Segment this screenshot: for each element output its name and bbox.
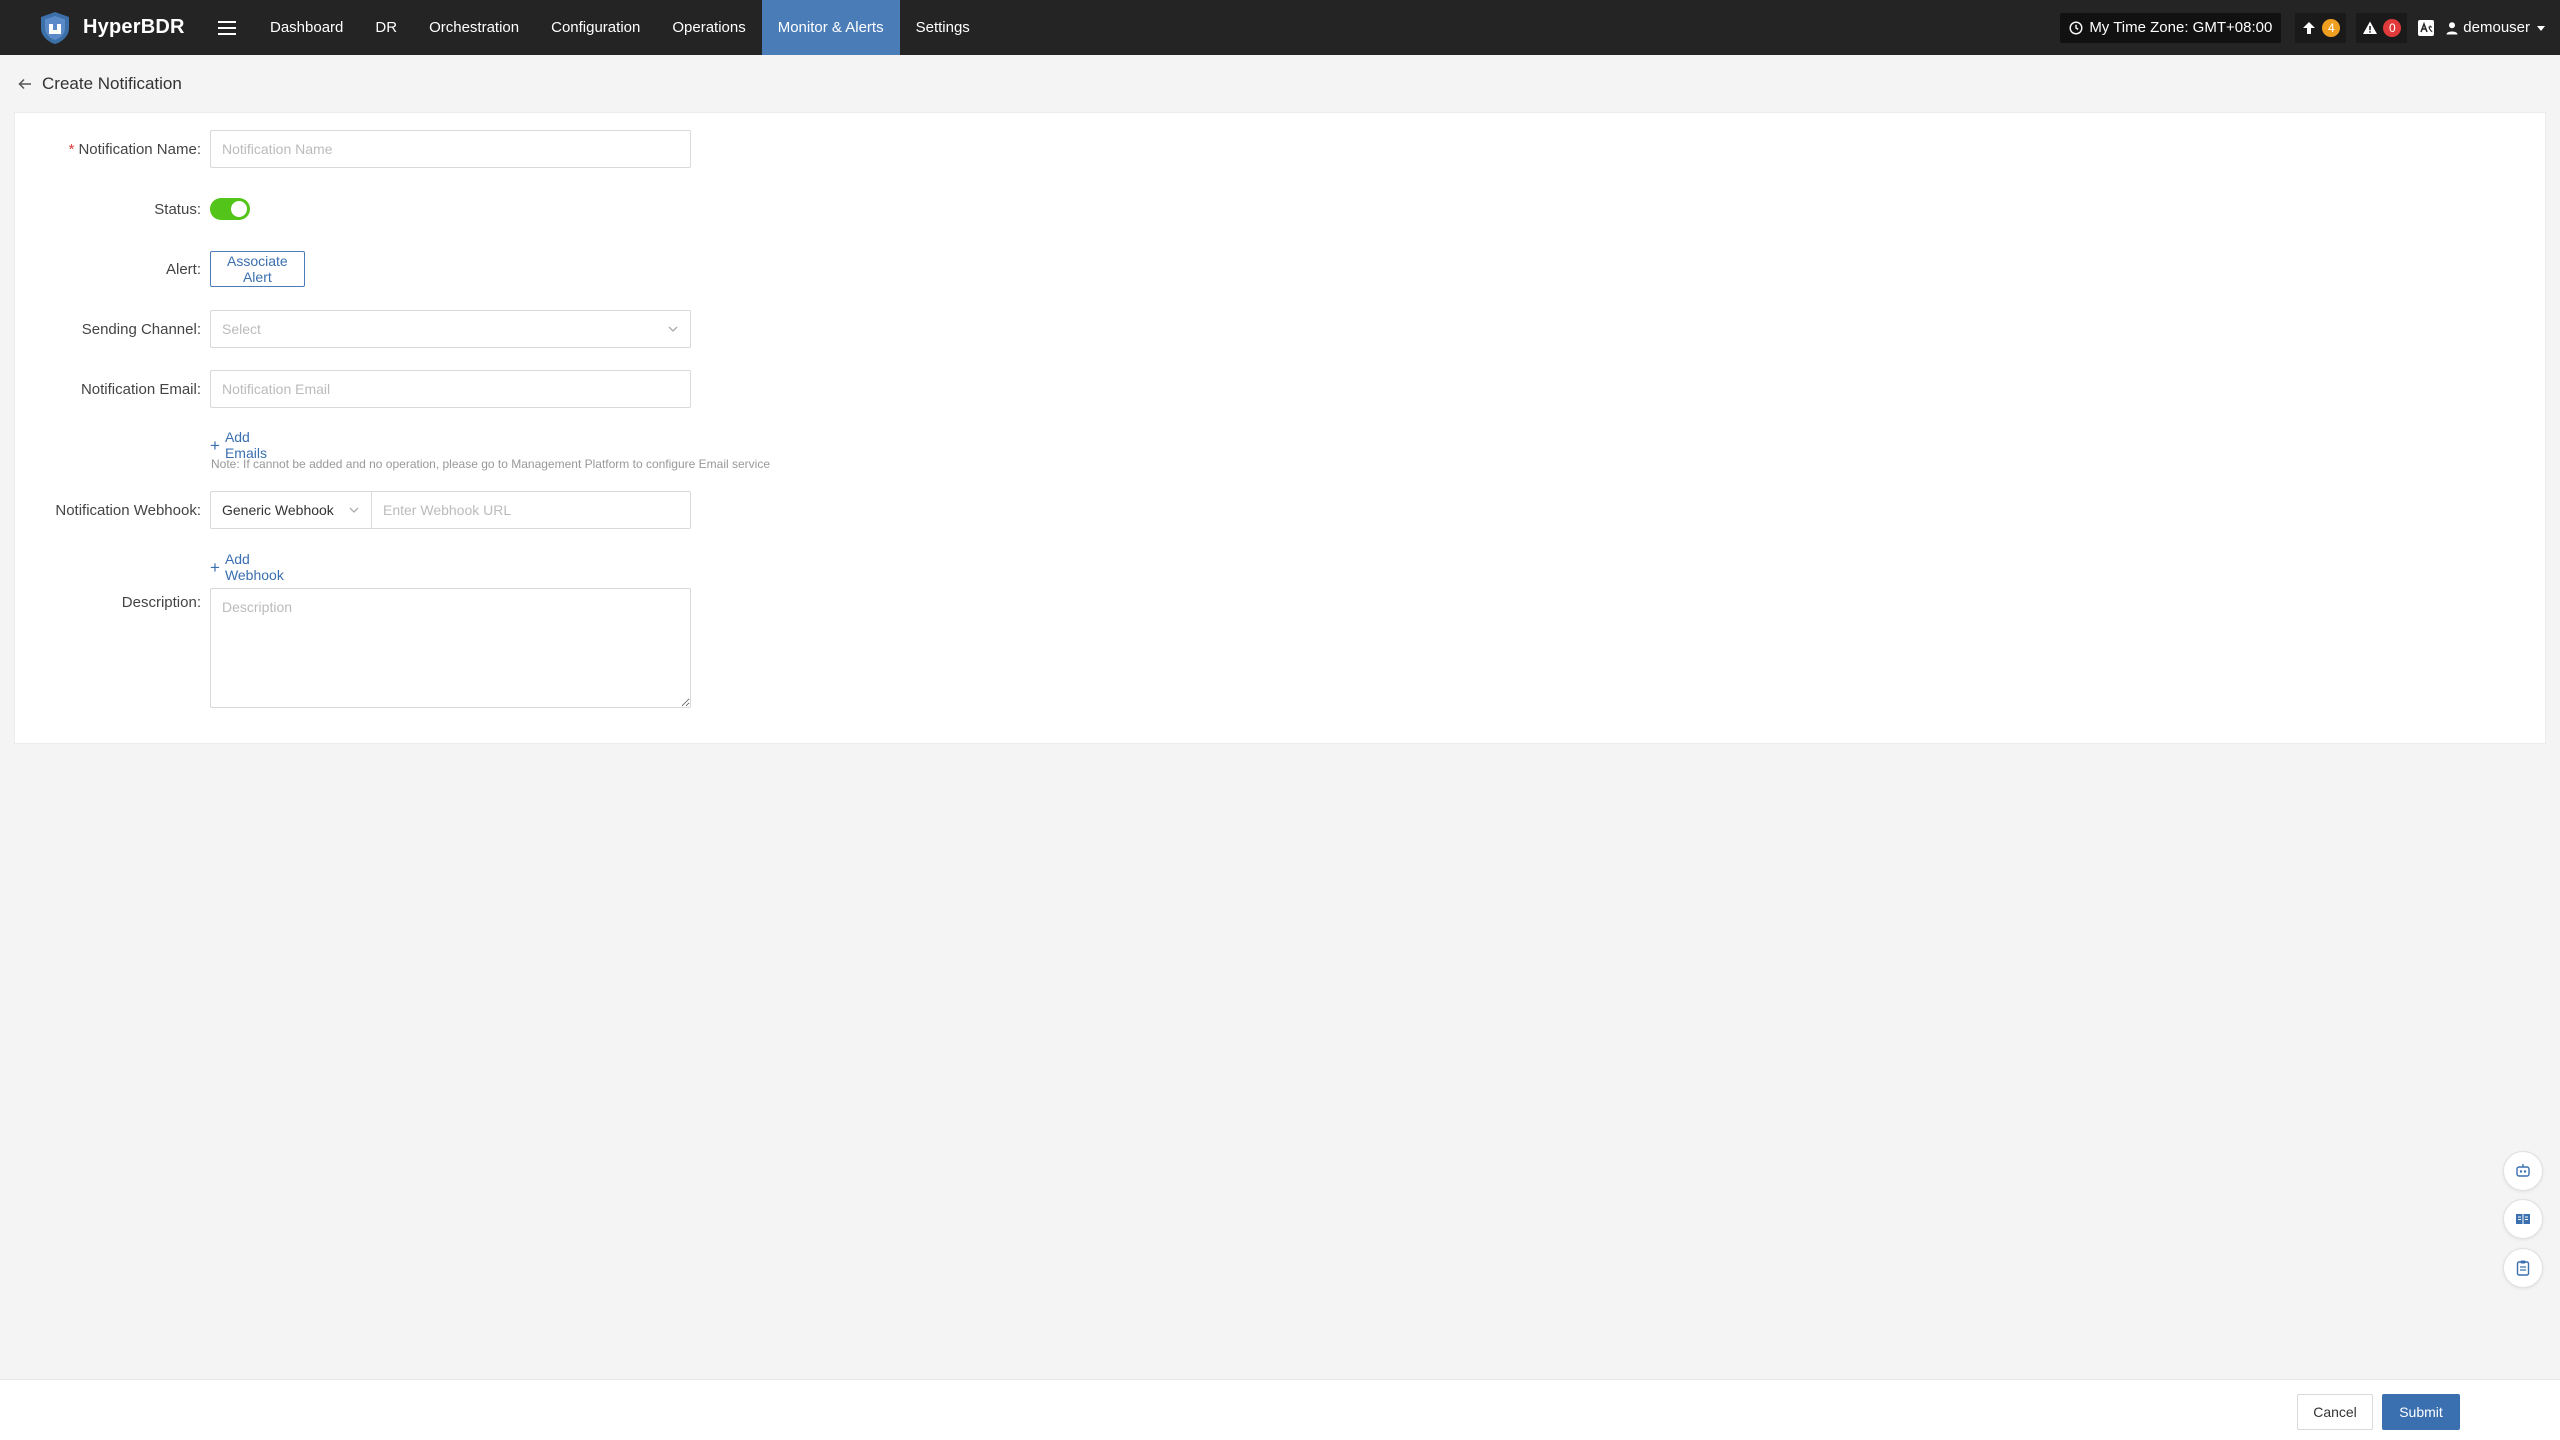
arrow-up-icon — [2303, 21, 2316, 34]
sending-channel-label: Sending Channel: — [81, 320, 201, 338]
clock-icon — [2069, 20, 2083, 35]
plus-icon: + — [210, 557, 220, 577]
top-navigation-bar: HyperBDR Dashboard DR Orchestration Conf… — [0, 0, 2560, 55]
user-icon — [2446, 21, 2458, 34]
form-row-channel: Sending Channel: Select — [15, 310, 691, 348]
alert-count-badge: 0 — [2383, 18, 2402, 37]
notification-email-input[interactable] — [210, 370, 691, 408]
notification-email-label: Notification Email: — [80, 380, 201, 398]
main-nav: Dashboard DR Orchestration Configuration… — [254, 0, 986, 55]
add-webhook-button[interactable]: + Add Webhook — [210, 551, 284, 583]
app-name: HyperBDR — [83, 16, 185, 38]
required-marker: * — [68, 140, 75, 158]
notification-form-card: *Notification Name: Status: Alert: Assoc… — [14, 112, 2546, 744]
form-row-name: * Notification Name: — [15, 130, 691, 168]
status-toggle[interactable] — [210, 198, 250, 220]
documentation-button[interactable] — [2503, 1199, 2543, 1239]
form-footer: Cancel Submit — [0, 1379, 2560, 1440]
form-row-webhook: Notification Webhook: Generic Webhook — [15, 491, 691, 529]
form-row-alert: Alert: Associate Alert — [15, 250, 305, 288]
page-header: Create Notification — [0, 55, 2560, 112]
form-row-email: Notification Email: — [15, 370, 691, 408]
description-label: Description: — [121, 594, 201, 611]
associate-alert-button[interactable]: Associate Alert — [210, 251, 305, 287]
webhook-type-value: Generic Webhook — [222, 502, 334, 518]
robot-icon — [2516, 1164, 2530, 1177]
nav-item-settings[interactable]: Settings — [900, 0, 986, 55]
form-row-status: Status: — [15, 190, 250, 228]
webhook-url-input[interactable] — [372, 491, 691, 529]
notification-name-input[interactable] — [210, 130, 691, 168]
sending-channel-placeholder: Select — [222, 321, 261, 337]
book-icon — [2516, 1214, 2530, 1224]
form-row-description: Description: — [15, 588, 691, 708]
app-logo[interactable]: HyperBDR — [0, 0, 208, 55]
cancel-button[interactable]: Cancel — [2297, 1394, 2373, 1430]
nav-item-orchestration[interactable]: Orchestration — [413, 0, 535, 55]
upgrade-count-badge: 4 — [2322, 18, 2341, 37]
header-actions: My Time Zone: GMT+08:00 4 0 demouser — [2060, 0, 2560, 55]
nav-item-dr[interactable]: DR — [359, 0, 413, 55]
menu-toggle-button[interactable] — [208, 0, 246, 55]
language-switch-button[interactable] — [2417, 19, 2435, 37]
timezone-display[interactable]: My Time Zone: GMT+08:00 — [2060, 12, 2282, 43]
add-webhook-label: Add Webhook — [224, 551, 284, 583]
nav-item-monitor-alerts[interactable]: Monitor & Alerts — [761, 0, 900, 55]
status-label: Status: — [154, 200, 201, 218]
webhook-input-group: Generic Webhook — [210, 491, 691, 529]
user-menu[interactable]: demouser — [2445, 19, 2550, 36]
back-button[interactable] — [16, 75, 34, 93]
nav-item-operations[interactable]: Operations — [656, 0, 761, 55]
notification-name-label: * Notification Name: — [68, 140, 201, 158]
caret-down-icon — [2537, 25, 2545, 31]
email-service-note: Note: If cannot be added and no operatio… — [211, 457, 771, 471]
webhook-type-select[interactable]: Generic Webhook — [210, 491, 372, 529]
sending-channel-select[interactable]: Select — [210, 310, 691, 348]
alerts-button[interactable]: 0 — [2356, 12, 2408, 43]
upgrade-notifications-button[interactable]: 4 — [2295, 12, 2347, 43]
chevron-down-icon — [668, 326, 678, 332]
hamburger-icon — [218, 20, 236, 35]
chevron-down-icon — [349, 507, 359, 513]
shield-logo-icon — [41, 11, 69, 44]
timezone-label: My Time Zone: GMT+08:00 — [2089, 19, 2273, 36]
submit-button[interactable]: Submit — [2382, 1394, 2460, 1430]
language-icon — [2418, 19, 2435, 36]
warning-icon — [2363, 21, 2378, 34]
notification-webhook-label: Notification Webhook: — [55, 501, 201, 519]
description-textarea[interactable] — [210, 588, 691, 708]
assistant-button[interactable] — [2503, 1151, 2543, 1191]
clipboard-button[interactable] — [2503, 1248, 2543, 1288]
arrow-left-icon — [18, 78, 31, 89]
plus-icon: + — [210, 435, 220, 455]
page-title: Create Notification — [42, 73, 182, 93]
nav-item-configuration[interactable]: Configuration — [535, 0, 656, 55]
alert-label: Alert: — [165, 260, 201, 278]
clipboard-icon — [2516, 1260, 2530, 1276]
username: demouser — [2463, 19, 2530, 36]
nav-item-dashboard[interactable]: Dashboard — [254, 0, 359, 55]
